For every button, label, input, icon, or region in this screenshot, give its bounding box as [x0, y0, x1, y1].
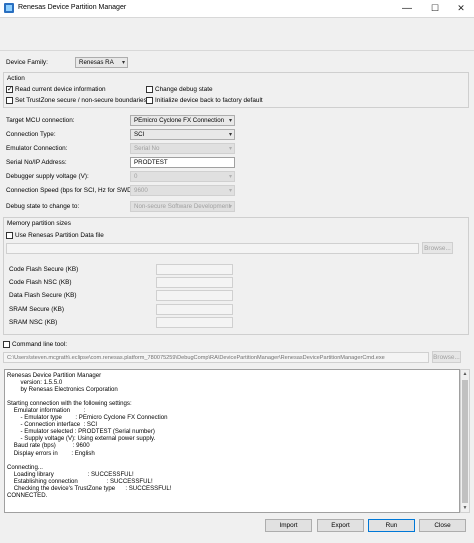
header-separator	[0, 50, 474, 51]
chevron-down-icon: ▾	[228, 174, 232, 180]
set-trustzone-checkbox[interactable]	[6, 97, 13, 104]
command-line-checkbox[interactable]	[3, 341, 10, 348]
supply-voltage-label: Debugger supply voltage (V):	[6, 173, 89, 180]
supply-voltage-select[interactable]: 0 ▾	[130, 171, 235, 182]
connection-speed-value: 9600	[134, 187, 148, 194]
connection-type-select[interactable]: SCI ▾	[130, 129, 235, 140]
read-info-label: Read current device information	[15, 86, 106, 93]
target-mcu-value: PEmicro Cyclone FX Connection	[134, 117, 225, 124]
chevron-down-icon: ▾	[228, 188, 232, 194]
use-partition-file-checkbox[interactable]	[6, 232, 13, 239]
chevron-down-icon: ▾	[228, 204, 232, 210]
run-button[interactable]: Run	[368, 519, 415, 532]
device-family-select[interactable]: Renesas RA ▾	[75, 57, 128, 68]
code-flash-nsc-input[interactable]	[156, 277, 233, 288]
data-flash-secure-input[interactable]	[156, 290, 233, 301]
set-trustzone-label: Set TrustZone secure / non-secure bounda…	[15, 97, 147, 104]
debug-state-select[interactable]: Non-secure Software Development ▾	[130, 201, 235, 212]
sram-nsc-label: SRAM NSC (KB)	[9, 319, 58, 326]
initialize-checkbox[interactable]	[146, 97, 153, 104]
sram-nsc-input[interactable]	[156, 317, 233, 328]
maximize-button[interactable]: ☐	[422, 0, 448, 17]
connection-speed-label: Connection Speed (bps for SCI, Hz for SW…	[6, 187, 136, 194]
close-window-button[interactable]: ✕	[448, 0, 474, 17]
emulator-connection-value: Serial No	[134, 145, 160, 152]
memory-group-label: Memory partition sizes	[7, 220, 71, 227]
export-button[interactable]: Export	[317, 519, 364, 532]
target-mcu-label: Target MCU connection:	[6, 117, 75, 124]
code-flash-nsc-label: Code Flash NSC (KB)	[9, 279, 72, 286]
device-family-label: Device Family:	[6, 59, 48, 66]
code-flash-secure-input[interactable]	[156, 264, 233, 275]
chevron-down-icon: ▾	[228, 146, 232, 152]
console-scrollbar[interactable]: ▲ ▼	[460, 369, 470, 513]
connection-type-value: SCI	[134, 131, 145, 138]
read-info-checkbox[interactable]	[6, 85, 13, 94]
scroll-up-icon[interactable]: ▲	[461, 370, 469, 378]
serial-no-label: Serial No/IP Address:	[6, 159, 67, 166]
sram-secure-label: SRAM Secure (KB)	[9, 306, 65, 313]
chevron-down-icon: ▾	[228, 132, 232, 138]
code-flash-secure-label: Code Flash Secure (KB)	[9, 266, 79, 273]
window-title: Renesas Device Partition Manager	[18, 4, 127, 11]
initialize-label: Initialize device back to factory defaul…	[155, 97, 263, 104]
partition-file-input[interactable]	[6, 243, 419, 254]
supply-voltage-value: 0	[134, 173, 138, 180]
title-separator	[0, 17, 474, 18]
change-debug-label: Change debug state	[155, 86, 213, 93]
close-button[interactable]: Close	[419, 519, 466, 532]
serial-no-input[interactable]: PRODTEST	[130, 157, 235, 168]
command-line-label: Command line tool:	[12, 341, 68, 348]
use-partition-file-label: Use Renesas Partition Data file	[15, 232, 104, 239]
target-mcu-select[interactable]: PEmicro Cyclone FX Connection ▾	[130, 115, 235, 126]
emulator-connection-select[interactable]: Serial No ▾	[130, 143, 235, 154]
import-button[interactable]: Import	[265, 519, 312, 532]
command-line-browse-button[interactable]: Browse...	[432, 351, 461, 363]
minimize-button[interactable]: —	[394, 0, 420, 17]
partition-browse-button[interactable]: Browse...	[422, 242, 453, 254]
connection-speed-select[interactable]: 9600 ▾	[130, 185, 235, 196]
data-flash-secure-label: Data Flash Secure (KB)	[9, 292, 77, 299]
scroll-thumb[interactable]	[462, 380, 468, 503]
console-text: Renesas Device Partition Manager version…	[7, 372, 172, 499]
sram-secure-input[interactable]	[156, 304, 233, 315]
chevron-down-icon: ▾	[228, 118, 232, 124]
command-line-path-input[interactable]: C:\Users\steven.mcgrath\.eclipse\com.ren…	[3, 352, 429, 363]
device-family-value: Renesas RA	[79, 59, 114, 66]
emulator-connection-label: Emulator Connection:	[6, 145, 68, 152]
debug-state-label: Debug state to change to:	[6, 203, 80, 210]
chevron-down-icon: ▾	[121, 60, 125, 66]
change-debug-checkbox[interactable]	[146, 86, 153, 93]
action-group-label: Action	[7, 75, 25, 82]
app-icon	[4, 3, 14, 13]
scroll-down-icon[interactable]: ▼	[461, 504, 469, 512]
debug-state-value: Non-secure Software Development	[134, 203, 231, 210]
connection-type-label: Connection Type:	[6, 131, 56, 138]
title-bar: Renesas Device Partition Manager — ☐ ✕	[0, 0, 474, 17]
console-output[interactable]: Renesas Device Partition Manager version…	[4, 369, 460, 513]
